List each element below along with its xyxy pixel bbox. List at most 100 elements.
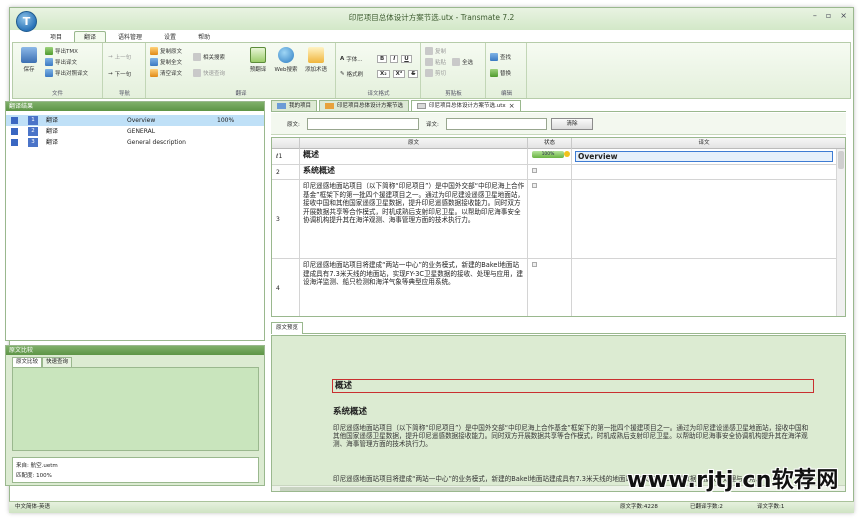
- replace-label: 替换: [500, 71, 512, 77]
- quick-query-icon: [193, 69, 201, 77]
- export-translation-button[interactable]: 导出译文: [45, 58, 77, 66]
- minimize-icon[interactable]: –: [813, 11, 817, 20]
- strike-button[interactable]: S: [408, 70, 419, 78]
- ribbon-group-file: 保存 导出TMX 导出译文 导出对照译文 文件: [13, 43, 103, 98]
- format-painter-label: 格式刷: [346, 72, 364, 78]
- tab-my-project[interactable]: 我的项目: [271, 100, 318, 111]
- segment-row[interactable]: ℓ1 概述 100% Overview: [272, 149, 845, 165]
- result-row[interactable]: 3 翻译 General description: [6, 137, 264, 148]
- target-filter-input[interactable]: [446, 118, 547, 130]
- select-all-button[interactable]: 全选: [452, 58, 473, 66]
- copy-all-button[interactable]: 复制全文: [150, 58, 182, 66]
- source-filter-input[interactable]: [307, 118, 419, 130]
- segment-source: 印尼遥感地面站项目（以下简称“印尼项目”）是中国外交部“中印尼海上合作基金”框架…: [300, 180, 528, 258]
- tab-utx-file[interactable]: 印尼项目总体设计方案节选.utx ×: [411, 100, 521, 111]
- clear-filter-button[interactable]: 清除: [551, 118, 593, 130]
- preview-tabbar: 原文预览: [271, 322, 846, 334]
- prev-segment-label: 上一句: [114, 55, 132, 61]
- export-tmx-button[interactable]: 导出TMX: [45, 47, 78, 55]
- export-bilingual-label: 导出对照译文: [55, 71, 89, 77]
- underline-button[interactable]: U: [401, 55, 412, 63]
- quick-query-button[interactable]: 快速查询: [193, 69, 225, 77]
- bold-button[interactable]: B: [377, 55, 388, 63]
- menu-tab-project[interactable]: 项目: [40, 31, 72, 42]
- grid-scrollbar[interactable]: [836, 149, 845, 316]
- menu-tab-translate[interactable]: 翻译: [74, 31, 107, 42]
- segment-row[interactable]: 4 印尼遥感地面站项目将建成“两站一中心”的业务模式，新建的Bakel地面站建成…: [272, 259, 845, 316]
- copy-button[interactable]: 复制: [425, 47, 446, 55]
- menu-tab-corpus[interactable]: 语料管理: [108, 31, 152, 42]
- result-type: 翻译: [46, 139, 59, 146]
- close-tab-icon[interactable]: ×: [509, 101, 515, 112]
- font-icon: A: [340, 56, 345, 62]
- export-bilingual-button[interactable]: 导出对照译文: [45, 69, 88, 77]
- result-number: 2: [28, 127, 38, 136]
- clear-target-icon: [150, 69, 158, 77]
- segment-target[interactable]: [572, 180, 836, 258]
- add-term-button[interactable]: 添加术语: [303, 47, 329, 73]
- segment-target[interactable]: [572, 259, 836, 316]
- ribbon-group-format: A 字体... ✎ 格式刷 B I U X₂ X² S 译文格式: [337, 43, 421, 98]
- subscript-button[interactable]: X₂: [377, 70, 390, 78]
- save-button[interactable]: 保存: [16, 47, 42, 73]
- clear-target-button[interactable]: 清空译文: [150, 69, 182, 77]
- result-row[interactable]: 1 翻译 Overview 100%: [6, 115, 264, 126]
- copy-icon: [425, 47, 433, 55]
- menu-tab-settings[interactable]: 设置: [154, 31, 186, 42]
- document-icon: [417, 103, 427, 109]
- app-menu-button[interactable]: T: [16, 11, 37, 32]
- pre-translate-icon: [250, 47, 266, 63]
- close-icon[interactable]: ×: [840, 11, 847, 20]
- result-number: 1: [28, 116, 38, 125]
- segment-source: 概述: [300, 149, 528, 164]
- web-search-label: Web搜索: [274, 67, 298, 73]
- next-segment-button[interactable]: → 下一句: [108, 70, 131, 78]
- segment-row[interactable]: 3 印尼遥感地面站项目（以下简称“印尼项目”）是中国外交部“中印尼海上合作基金”…: [272, 180, 845, 259]
- result-type: 翻译: [46, 117, 59, 124]
- replace-button[interactable]: 替换: [490, 69, 511, 77]
- segment-row[interactable]: 2 系统概述: [272, 165, 845, 180]
- status-language: 中文简体-英语: [15, 504, 50, 510]
- segment-target[interactable]: [572, 165, 836, 179]
- format-painter-button[interactable]: ✎ 格式刷: [340, 70, 363, 78]
- export-translation-label: 导出译文: [55, 60, 78, 66]
- result-flag-icon: [11, 117, 18, 124]
- result-flag-icon: [11, 139, 18, 146]
- add-term-icon: [308, 47, 324, 63]
- copy-source-button[interactable]: 复制原文: [150, 47, 182, 55]
- segment-target[interactable]: Overview: [572, 149, 836, 164]
- target-editor[interactable]: Overview: [575, 151, 833, 162]
- clipboard-group-label: 剪贴板: [445, 91, 462, 97]
- tab-source-preview[interactable]: 原文预览: [271, 322, 304, 334]
- segment-source: 印尼遥感地面站项目将建成“两站一中心”的业务模式，新建的Bakel地面站建成具有…: [300, 259, 528, 316]
- paste-button[interactable]: 粘贴: [425, 58, 446, 66]
- select-all-icon: [452, 58, 460, 66]
- web-search-button[interactable]: Web搜索: [273, 47, 299, 73]
- superscript-button[interactable]: X²: [392, 70, 406, 78]
- find-label: 查找: [500, 55, 512, 61]
- font-button[interactable]: A 字体...: [340, 55, 363, 63]
- restore-icon[interactable]: ▫: [826, 11, 831, 20]
- source-compare-title: 原文比较: [6, 346, 264, 355]
- segment-number: 4: [272, 259, 300, 316]
- cut-button[interactable]: 剪切: [425, 69, 446, 77]
- find-button[interactable]: 查找: [490, 53, 511, 61]
- scrollbar-thumb[interactable]: [280, 487, 480, 491]
- prev-segment-button[interactable]: → 上一句: [108, 53, 131, 61]
- compare-content: [12, 367, 259, 451]
- result-row[interactable]: 2 翻译 GENERAL: [6, 126, 264, 137]
- segment-status: [528, 180, 572, 258]
- related-search-button[interactable]: 相关搜索: [193, 53, 225, 61]
- segment-number: 2: [272, 165, 300, 179]
- globe-icon: [278, 47, 294, 63]
- pre-translate-button[interactable]: 预翻译: [245, 47, 271, 73]
- menu-tab-help[interactable]: 帮助: [188, 31, 220, 42]
- tab-project-doc[interactable]: 印尼项目总体设计方案节选: [319, 100, 410, 111]
- italic-button[interactable]: I: [390, 55, 399, 63]
- save-icon: [21, 47, 37, 63]
- translation-results-panel: 翻译结果 1 翻译 Overview 100% 2 翻译 GENERAL 3 翻…: [5, 101, 265, 341]
- scrollbar-thumb[interactable]: [838, 151, 844, 169]
- tab-label: 我的项目: [289, 102, 312, 109]
- menu-tabs: 项目 翻译 语料管理 设置 帮助: [40, 31, 220, 42]
- ribbon-group-edit: 查找 替换 编辑: [487, 43, 527, 98]
